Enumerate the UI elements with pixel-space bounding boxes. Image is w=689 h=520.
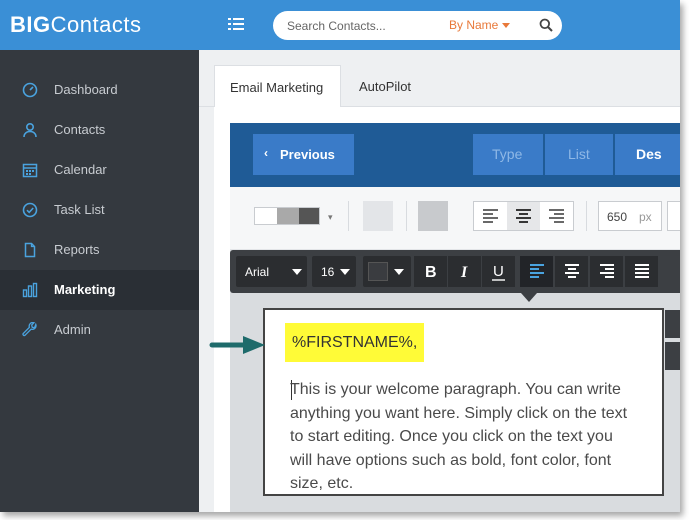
alignment-group — [473, 201, 574, 231]
caret-down-icon — [340, 269, 350, 275]
paragraph-line: will have options such as bold, font col… — [290, 451, 612, 469]
align-right-icon[interactable] — [540, 202, 573, 230]
align-right-icon[interactable] — [590, 256, 623, 287]
font-size-value: 16 — [321, 265, 335, 279]
background-color-button[interactable] — [363, 201, 393, 231]
sidebar-item-label: Contacts — [54, 122, 106, 137]
align-justify-icon[interactable] — [625, 256, 658, 287]
sidebar-item-task-list[interactable]: Task List — [0, 190, 199, 230]
bar-chart-icon — [22, 282, 38, 298]
search-filter-label: By Name — [449, 18, 499, 32]
font-color-select[interactable] — [363, 256, 411, 287]
sidebar-item-label: Task List — [54, 202, 105, 217]
dashboard-gauge-icon — [22, 82, 38, 98]
toolbar-pointer — [521, 293, 537, 302]
document-icon — [24, 242, 36, 258]
font-size-select[interactable]: 16 — [312, 256, 356, 287]
search-input[interactable] — [287, 17, 437, 35]
align-left-icon[interactable] — [474, 202, 507, 230]
font-family-select[interactable]: Arial — [236, 256, 307, 287]
svg-text:I: I — [460, 264, 468, 281]
align-center-icon[interactable] — [555, 256, 588, 287]
merge-field[interactable]: %FIRSTNAME%, — [285, 323, 425, 362]
app-window: BIGContacts By Name Dashboard Contacts C… — [0, 0, 680, 512]
app-logo[interactable]: BIGContacts — [10, 12, 141, 38]
paragraph-line: anything you want here. Simply click on … — [290, 404, 628, 422]
width-input[interactable]: 650 px — [598, 201, 662, 231]
sidebar-item-marketing[interactable]: Marketing — [0, 270, 199, 310]
tab-bar: Email Marketing AutoPilot — [199, 50, 680, 107]
menu-toggle-icon[interactable] — [228, 17, 244, 31]
tab-email-marketing[interactable]: Email Marketing — [214, 65, 341, 107]
wizard-step-list[interactable]: List — [545, 134, 613, 175]
block-color-button[interactable] — [418, 201, 448, 231]
caret-down-icon — [292, 269, 302, 275]
sidebar-item-label: Dashboard — [54, 82, 118, 97]
underline-icon[interactable]: U — [482, 256, 515, 287]
sidebar: Dashboard Contacts Calendar Task List Re… — [0, 50, 199, 512]
toolbar-divider — [586, 201, 587, 231]
chevron-down-icon[interactable]: ▾ — [328, 212, 333, 223]
tab-autopilot[interactable]: AutoPilot — [344, 65, 426, 107]
svg-text:U: U — [493, 263, 504, 280]
logo-light-text: Contacts — [50, 12, 142, 37]
search-icon[interactable] — [539, 18, 553, 32]
sidebar-item-label: Admin — [54, 322, 91, 337]
sidebar-item-reports[interactable]: Reports — [0, 230, 199, 270]
height-input[interactable] — [667, 201, 680, 231]
check-circle-icon — [22, 202, 38, 218]
sidebar-item-calendar[interactable]: Calendar — [0, 150, 199, 190]
wizard-step-label: List — [568, 146, 590, 162]
caret-down-icon — [502, 23, 511, 29]
search-box: By Name — [273, 11, 562, 40]
chevron-left-icon: ‹ — [264, 146, 268, 160]
sidebar-item-label: Reports — [54, 242, 100, 257]
wizard-step-design[interactable]: Des — [615, 134, 680, 175]
align-left-icon[interactable] — [520, 256, 553, 287]
logo-bold-text: BIG — [10, 12, 51, 37]
sidebar-item-label: Calendar — [54, 162, 107, 177]
bold-icon[interactable]: B — [414, 256, 447, 287]
paragraph-line: to start editing. Once you click on the … — [290, 428, 613, 445]
wizard-bar: ‹ Previous Type List Des — [230, 123, 680, 187]
wizard-step-label: Type — [492, 146, 523, 162]
paragraph-line: This is your welcome paragraph. You can … — [290, 381, 621, 398]
block-handle-icon[interactable] — [665, 342, 680, 370]
color-scheme-picker[interactable] — [254, 207, 320, 225]
width-value: 650 — [607, 210, 628, 224]
user-icon — [23, 122, 37, 138]
paragraph-text[interactable]: This is your welcome paragraph. You can … — [290, 378, 640, 496]
text-format-toolbar: Arial 16 B I U — [230, 250, 680, 302]
width-unit: px — [639, 210, 652, 224]
arrow-icon — [209, 336, 265, 354]
style-toolbar: ▾ 650 px — [230, 187, 680, 250]
wizard-step-type[interactable]: Type — [473, 134, 543, 175]
block-handle-icon[interactable] — [665, 310, 680, 338]
sidebar-item-contacts[interactable]: Contacts — [0, 110, 199, 150]
toolbar-divider — [348, 201, 349, 231]
top-bar: BIGContacts By Name — [0, 0, 680, 50]
font-color-swatch — [368, 262, 388, 281]
sidebar-item-admin[interactable]: Admin — [0, 310, 199, 350]
svg-text:B: B — [425, 264, 437, 281]
previous-button[interactable]: ‹ Previous — [253, 134, 354, 175]
align-center-icon[interactable] — [507, 202, 540, 230]
font-family-value: Arial — [245, 265, 270, 279]
sidebar-item-dashboard[interactable]: Dashboard — [0, 70, 199, 110]
previous-button-label: Previous — [280, 147, 335, 162]
text-block[interactable]: %FIRSTNAME%, This is your welcome paragr… — [263, 308, 664, 496]
search-filter-dropdown[interactable]: By Name — [449, 18, 511, 32]
italic-icon[interactable]: I — [448, 256, 481, 287]
calendar-icon — [22, 163, 38, 178]
wizard-step-label: Des — [636, 146, 662, 162]
sidebar-item-label: Marketing — [54, 282, 116, 297]
caret-down-icon — [394, 269, 404, 275]
paragraph-line: size, etc. — [290, 475, 354, 492]
wrench-icon — [22, 322, 37, 337]
toolbar-divider — [406, 201, 407, 231]
